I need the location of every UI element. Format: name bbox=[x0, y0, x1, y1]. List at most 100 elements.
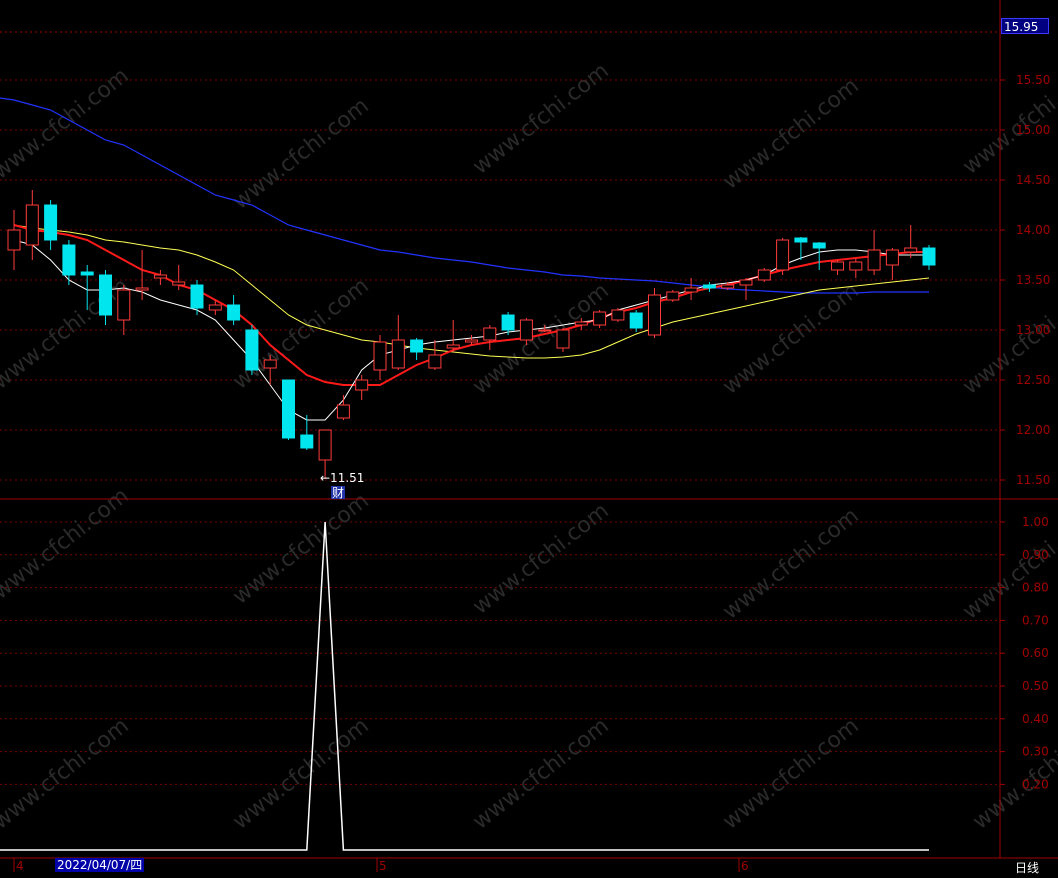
candle-body bbox=[593, 311, 607, 326]
candle bbox=[812, 242, 826, 270]
candle-body bbox=[538, 329, 552, 332]
watermark-text: www.cfchi.com bbox=[228, 93, 373, 214]
candle bbox=[922, 245, 936, 270]
candle bbox=[556, 328, 570, 352]
candle-body bbox=[849, 261, 863, 271]
candle-body bbox=[172, 281, 186, 286]
candle bbox=[629, 310, 643, 332]
candle bbox=[483, 325, 497, 350]
candle-body bbox=[648, 294, 661, 336]
candle bbox=[885, 248, 899, 280]
month-label: 6 bbox=[741, 859, 749, 873]
candle-body bbox=[428, 354, 442, 369]
candle-body bbox=[263, 359, 277, 369]
price-tick-label: 15.00 bbox=[1016, 123, 1050, 137]
watermark-text: www.cfchi.com bbox=[718, 73, 863, 194]
candle-body bbox=[465, 339, 478, 343]
candle-body bbox=[739, 279, 753, 286]
candle bbox=[227, 295, 241, 325]
candle bbox=[62, 240, 76, 285]
candle-body bbox=[629, 312, 643, 329]
candle-body bbox=[318, 429, 332, 461]
candle bbox=[831, 260, 844, 275]
candle-body bbox=[574, 321, 588, 326]
watermark-text: www.cfchi.com bbox=[0, 63, 134, 184]
candle-body bbox=[282, 379, 295, 439]
candle-body bbox=[831, 261, 844, 271]
indicator-tick-label: 0.60 bbox=[1022, 646, 1049, 660]
candle-body bbox=[44, 204, 58, 241]
watermark-text: www.cfchi.com bbox=[968, 713, 1058, 834]
candle bbox=[684, 278, 698, 300]
candle-body bbox=[702, 284, 716, 289]
candle-body bbox=[117, 289, 131, 321]
candle-body bbox=[245, 329, 259, 371]
candle-body bbox=[556, 329, 570, 349]
indicator-tick-label: 1.00 bbox=[1022, 515, 1049, 529]
candle bbox=[410, 338, 424, 360]
current-price-badge: 15.95 bbox=[1001, 18, 1049, 34]
price-tick-label: 14.00 bbox=[1016, 223, 1050, 237]
price-tick-label: 12.50 bbox=[1016, 373, 1050, 387]
indicator-tick-label: 0.90 bbox=[1022, 548, 1049, 562]
candle bbox=[135, 250, 149, 300]
candle-body bbox=[922, 247, 936, 266]
indicator-tick-label: 0.40 bbox=[1022, 712, 1049, 726]
price-tick-label: 14.50 bbox=[1016, 173, 1050, 187]
candle bbox=[648, 288, 661, 338]
candle-body bbox=[812, 242, 826, 249]
watermark-text: www.cfchi.com bbox=[718, 713, 863, 834]
candle-body bbox=[757, 269, 771, 281]
chart-canvas: www.cfchi.com www.cfchi.com www.cfchi.com w… bbox=[0, 0, 1058, 873]
candle bbox=[739, 278, 753, 300]
candle-body bbox=[80, 271, 94, 276]
indicator-tick-label: 0.70 bbox=[1022, 613, 1049, 627]
finance-tag: 财 bbox=[332, 486, 344, 500]
candle-body bbox=[190, 284, 204, 309]
watermark-layer: www.cfchi.com www.cfchi.com www.cfchi.com w… bbox=[0, 58, 1058, 834]
candle-body bbox=[7, 229, 21, 251]
candle-body bbox=[684, 287, 698, 293]
candle bbox=[611, 308, 625, 322]
candle bbox=[757, 268, 771, 282]
candle bbox=[446, 320, 460, 352]
candle-body bbox=[300, 434, 314, 449]
candle-body bbox=[666, 291, 680, 301]
price-tick-label: 15.50 bbox=[1016, 73, 1050, 87]
candle-body bbox=[446, 344, 460, 349]
candle bbox=[428, 340, 442, 370]
candle bbox=[355, 375, 369, 400]
candle-body bbox=[410, 339, 424, 353]
watermark-text: www.cfchi.com bbox=[0, 273, 134, 394]
watermark-text: www.cfchi.com bbox=[0, 713, 134, 834]
indicator-tick-label: 0.80 bbox=[1022, 581, 1049, 595]
price-tick-label: 12.00 bbox=[1016, 423, 1050, 437]
candle bbox=[373, 335, 387, 380]
watermark-text: www.cfchi.com bbox=[228, 713, 373, 834]
watermark-text: www.cfchi.com bbox=[228, 488, 373, 609]
date-cursor-label: 2022/04/07/四 bbox=[55, 858, 145, 872]
candle-body bbox=[885, 249, 899, 266]
candle bbox=[153, 270, 167, 285]
candle bbox=[7, 210, 21, 270]
candle-body bbox=[25, 204, 39, 246]
candle bbox=[190, 280, 204, 315]
candle bbox=[776, 238, 790, 275]
ma10-line bbox=[13, 224, 929, 386]
candle bbox=[44, 200, 58, 250]
candle bbox=[867, 230, 881, 275]
candle-body bbox=[611, 309, 625, 321]
candle bbox=[391, 315, 405, 370]
period-selector[interactable]: 日线 bbox=[1015, 859, 1039, 876]
candle-body bbox=[153, 274, 167, 279]
candle-body bbox=[373, 341, 387, 371]
indicator-tick-label: 0.20 bbox=[1022, 777, 1049, 791]
candle-body bbox=[483, 327, 497, 341]
indicator-tick-label: 0.30 bbox=[1022, 745, 1049, 759]
candle bbox=[849, 258, 863, 278]
candle bbox=[25, 190, 39, 260]
candle-body bbox=[99, 274, 112, 316]
watermark-text: www.cfchi.com bbox=[468, 58, 613, 179]
candle-body bbox=[391, 339, 405, 369]
month-label: 4 bbox=[16, 859, 24, 873]
